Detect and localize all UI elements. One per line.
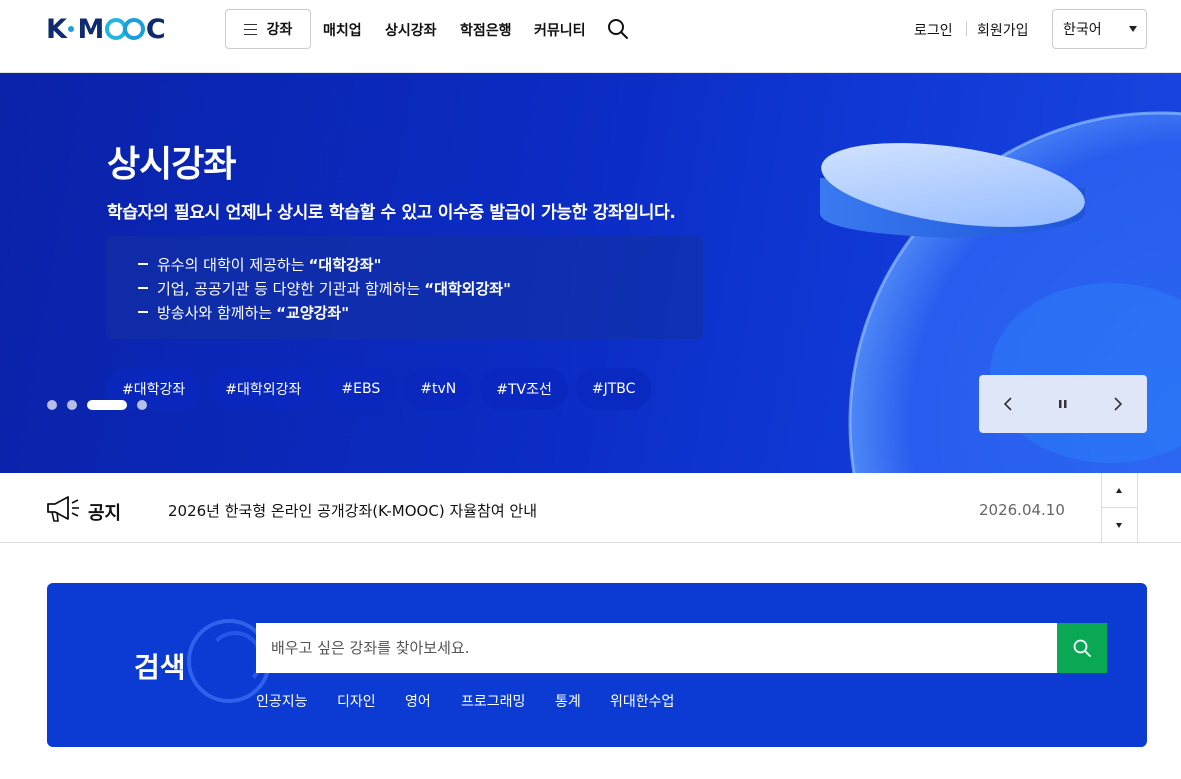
caret-down-icon: [1116, 523, 1122, 528]
hashtag-button[interactable]: #JTBC: [575, 368, 652, 410]
chevron-right-icon: [1114, 397, 1123, 411]
language-select[interactable]: 한국어: [1052, 9, 1147, 49]
util-divider: [966, 21, 967, 36]
hero-bullet: 기업, 공공기관 등 다양한 기관과 함께하는 “대학외강좌": [138, 276, 703, 300]
site-header: KM C 강좌 매치업 상시강좌 학점은행 커뮤니티 로그인 회원가입 한국어: [0, 0, 1181, 73]
language-value: 한국어: [1063, 22, 1102, 38]
pause-icon: [1059, 400, 1062, 408]
hashtag-button[interactable]: #대학외강좌: [209, 368, 318, 410]
course-menu-label: 강좌: [266, 22, 293, 38]
keyword-link[interactable]: 영어: [405, 691, 431, 711]
hashtag-button[interactable]: #EBS: [325, 368, 397, 410]
hero-title: 상시강좌: [107, 144, 236, 185]
keyword-link[interactable]: 인공지능: [256, 691, 308, 711]
hashtag-button[interactable]: #tvN: [404, 368, 473, 410]
slide-controls: [979, 375, 1147, 433]
hero-subtitle: 학습자의 필요시 언제나 상시로 학습할 수 있고 이수증 발급이 가능한 강좌…: [107, 203, 676, 223]
hero-description-box: 유수의 대학이 제공하는 “대학강좌" 기업, 공공기관 등 다양한 기관과 함께…: [106, 236, 703, 339]
megaphone-icon: [47, 496, 79, 522]
search-title: 검색: [134, 651, 186, 684]
search-input[interactable]: [256, 623, 1057, 673]
hashtag-list: #대학강좌 #대학외강좌 #EBS #tvN #TV조선 #JTBC: [106, 368, 652, 410]
notice-navigation: [1101, 473, 1138, 543]
previous-slide-button[interactable]: [979, 375, 1035, 433]
caret-up-icon: [1116, 488, 1122, 493]
next-slide-button[interactable]: [1091, 375, 1147, 433]
slide-pagination: [47, 400, 147, 410]
keyword-link[interactable]: 디자인: [337, 691, 376, 711]
hamburger-icon: [243, 23, 257, 35]
keyword-link[interactable]: 통계: [555, 691, 581, 711]
search-icon[interactable]: [607, 18, 629, 40]
course-menu-button[interactable]: 강좌: [225, 9, 311, 49]
hero-bullet: 방송사와 함께하는 “교양강좌": [138, 300, 703, 324]
keyword-link[interactable]: 위대한수업: [610, 691, 674, 711]
chevron-down-icon: [1129, 26, 1137, 32]
chevron-left-icon: [1003, 397, 1012, 411]
notice-link[interactable]: 2026년 한국형 온라인 공개강좌(K-MOOC) 자율참여 안내: [168, 500, 537, 521]
search-icon: [1073, 639, 1091, 657]
hashtag-button[interactable]: #TV조선: [480, 368, 568, 410]
nav-matchup[interactable]: 매치업: [323, 20, 362, 40]
decorative-ring: [207, 631, 263, 687]
kmooc-logo[interactable]: KM C: [46, 14, 166, 45]
nav-community[interactable]: 커뮤니티: [534, 20, 586, 40]
search-submit-button[interactable]: [1057, 623, 1107, 673]
slide-dot-active[interactable]: [87, 400, 127, 410]
notice-prev-button[interactable]: [1102, 473, 1137, 508]
nav-always-on-courses[interactable]: 상시강좌: [385, 20, 437, 40]
notice-label: 공지: [88, 503, 122, 524]
pause-slide-button[interactable]: [1035, 375, 1091, 433]
keyword-link[interactable]: 프로그래밍: [461, 691, 525, 711]
login-link[interactable]: 로그인: [914, 20, 953, 40]
notice-bar: 공지 2026년 한국형 온라인 공개강좌(K-MOOC) 자율참여 안내 20…: [0, 473, 1181, 543]
hero-bullet: 유수의 대학이 제공하는 “대학강좌": [138, 252, 703, 276]
slide-dot[interactable]: [137, 400, 147, 410]
hero-banner: 상시강좌 학습자의 필요시 언제나 상시로 학습할 수 있고 이수증 발급이 가…: [0, 73, 1181, 473]
search-section: 검색 인공지능 디자인 영어 프로그래밍 통계 위대한수업: [47, 583, 1147, 747]
signup-link[interactable]: 회원가입: [977, 20, 1029, 40]
nav-credit-bank[interactable]: 학점은행: [460, 20, 512, 40]
slide-dot[interactable]: [67, 400, 77, 410]
notice-date: 2026.04.10: [979, 501, 1065, 519]
slide-dot[interactable]: [47, 400, 57, 410]
notice-next-button[interactable]: [1102, 508, 1137, 543]
